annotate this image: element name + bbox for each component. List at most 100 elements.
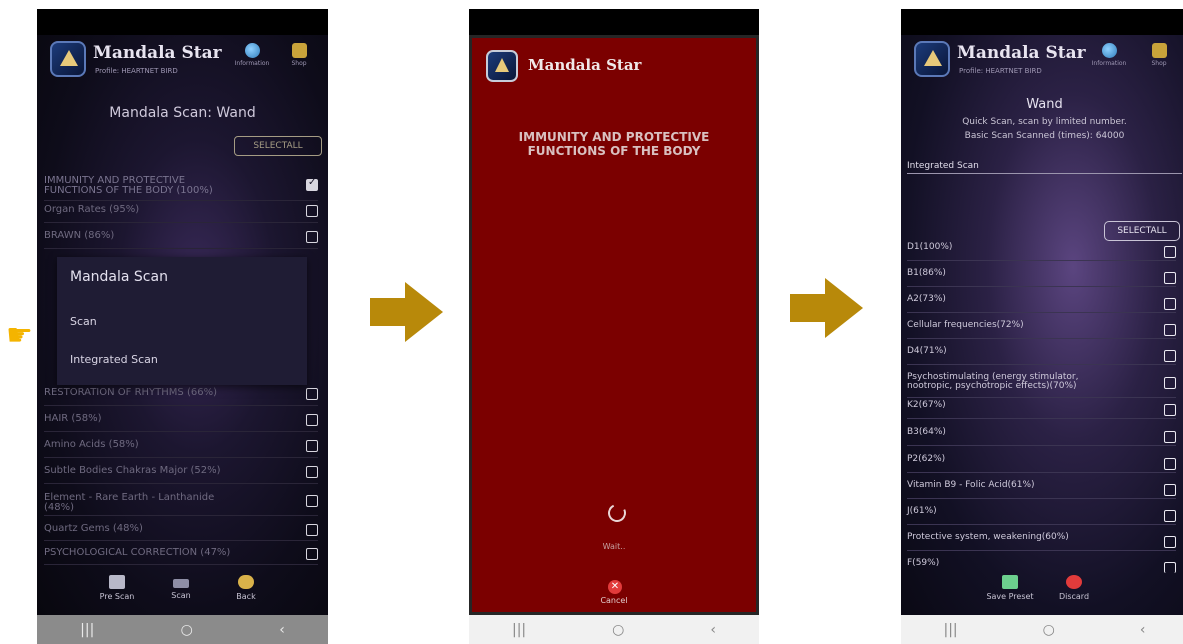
scan-list-screen: Mandala Star Profile: HEARTNET BIRD Info… — [37, 35, 328, 615]
recents-button[interactable]: ||| — [80, 622, 94, 638]
page-title: Mandala Scan: Wand — [109, 105, 256, 121]
checkbox[interactable] — [306, 231, 318, 243]
checkbox[interactable] — [306, 178, 318, 191]
home-button[interactable]: ○ — [1043, 622, 1055, 638]
shop-icon — [291, 43, 307, 58]
home-button[interactable]: ○ — [612, 622, 624, 638]
checkbox[interactable] — [1164, 272, 1176, 284]
bottom-toolbar: Pre Scan Scan Back — [37, 571, 328, 615]
cancel-icon[interactable]: ✕ — [608, 580, 622, 594]
phone-right: Mandala Star Profile: HEARTNET BIRD Info… — [901, 9, 1183, 644]
shop-button[interactable]: Shop — [1139, 43, 1179, 67]
checkbox[interactable] — [306, 388, 318, 400]
scan-count: Basic Scan Scanned (times): 64000 — [964, 131, 1125, 141]
integrated-scan-option[interactable]: Integrated Scan — [70, 353, 158, 366]
checkbox[interactable] — [1164, 377, 1176, 389]
scan-menu-dialog: Mandala Scan Scan Integrated Scan — [57, 257, 307, 385]
checkbox[interactable] — [306, 495, 318, 507]
shop-button[interactable]: Shop — [279, 43, 319, 67]
recents-button[interactable]: ||| — [944, 622, 958, 638]
app-logo — [50, 41, 86, 77]
information-button[interactable]: Information — [232, 43, 272, 67]
prescan-button[interactable]: Pre Scan — [92, 575, 142, 601]
checkbox[interactable] — [1164, 510, 1176, 522]
list-item[interactable]: Protective system, weakening(60%) — [907, 533, 1176, 551]
results-screen: Mandala Star Profile: HEARTNET BIRD Info… — [901, 35, 1183, 615]
home-button[interactable]: ○ — [181, 622, 193, 638]
list-item[interactable]: J(61%) — [907, 507, 1176, 525]
checkbox[interactable] — [1164, 350, 1176, 362]
shop-icon — [1151, 43, 1167, 58]
discard-icon — [1066, 575, 1082, 589]
checkbox[interactable] — [306, 440, 318, 452]
app-title: Mandala Star — [528, 56, 642, 74]
bottom-toolbar: Save Preset Discard — [901, 571, 1183, 615]
save-preset-button[interactable]: Save Preset — [985, 575, 1035, 601]
profile-label: Profile: HEARTNET BIRD — [959, 67, 1042, 75]
list-item[interactable]: Quartz Gems (48%) — [44, 524, 318, 541]
checkbox[interactable] — [1164, 324, 1176, 336]
selectall-button[interactable]: SELECTALL — [1104, 221, 1180, 241]
app-header: Mandala Star Profile: HEARTNET BIRD Info… — [37, 35, 328, 87]
discard-button[interactable]: Discard — [1049, 575, 1099, 601]
list-item[interactable]: IMMUNITY AND PROTECTIVE FUNCTIONS OF THE… — [44, 176, 318, 201]
list-item[interactable]: P2(62%) — [907, 455, 1176, 473]
list-item[interactable]: Amino Acids (58%) — [44, 440, 318, 458]
app-title: Mandala Star — [957, 43, 1086, 63]
list-item[interactable]: D1(100%) — [907, 243, 1176, 261]
selectall-button[interactable]: SELECTALL — [234, 136, 322, 156]
status-bar — [901, 9, 1183, 35]
save-icon — [1002, 575, 1018, 589]
list-item[interactable]: Psychostimulating (energy stimulator, no… — [907, 373, 1176, 398]
list-item[interactable]: Organ Rates (95%) — [44, 205, 318, 223]
list-item[interactable]: K2(67%) — [907, 401, 1176, 419]
checkbox[interactable] — [1164, 431, 1176, 443]
list-item[interactable]: Subtle Bodies Chakras Major (52%) — [44, 466, 318, 484]
android-nav-bar: ||| ○ ‹ — [37, 615, 328, 644]
information-button[interactable]: Information — [1089, 43, 1129, 67]
list-item[interactable]: Cellular frequencies(72%) — [907, 321, 1176, 339]
prescan-icon — [109, 575, 125, 589]
checkbox[interactable] — [1164, 404, 1176, 416]
globe-icon — [1101, 43, 1117, 58]
nav-back-button[interactable]: ‹ — [279, 622, 285, 638]
list-item[interactable]: RESTORATION OF RHYTHMS (66%) — [44, 388, 318, 406]
checkbox[interactable] — [1164, 536, 1176, 548]
dialog-title: Mandala Scan — [70, 269, 168, 285]
checkbox[interactable] — [306, 205, 318, 217]
scan-subtitle: Quick Scan, scan by limited number. — [962, 117, 1127, 127]
scan-option[interactable]: Scan — [70, 315, 97, 328]
checkbox[interactable] — [306, 548, 318, 560]
checkbox[interactable] — [1164, 246, 1176, 258]
scan-icon — [173, 579, 189, 588]
android-nav-bar: ||| ○ ‹ — [469, 615, 759, 644]
checkbox[interactable] — [306, 524, 318, 536]
recents-button[interactable]: ||| — [512, 622, 526, 638]
checkbox[interactable] — [1164, 484, 1176, 496]
back-button[interactable]: Back — [221, 575, 271, 601]
checkbox[interactable] — [306, 414, 318, 426]
phone-middle: Mandala Star IMMUNITY AND PROTECTIVE FUN… — [469, 9, 759, 644]
list-item[interactable]: B3(64%) — [907, 428, 1176, 446]
list-item[interactable]: B1(86%) — [907, 269, 1176, 287]
list-item[interactable]: HAIR (58%) — [44, 414, 318, 432]
nav-back-button[interactable]: ‹ — [1140, 622, 1146, 638]
nav-back-button[interactable]: ‹ — [710, 622, 716, 638]
scan-button[interactable]: Scan — [156, 575, 206, 600]
checkbox[interactable] — [1164, 458, 1176, 470]
cancel-button[interactable]: Cancel — [472, 596, 756, 605]
status-bar — [37, 9, 328, 35]
checkbox[interactable] — [1164, 298, 1176, 310]
list-item[interactable]: D4(71%) — [907, 347, 1176, 365]
list-item[interactable]: Element - Rare Earth - Lanthanide (48%) — [44, 493, 318, 516]
app-header: Mandala Star Profile: HEARTNET BIRD Info… — [901, 35, 1183, 87]
list-item[interactable]: A2(73%) — [907, 295, 1176, 313]
globe-icon — [244, 43, 260, 58]
android-nav-bar: ||| ○ ‹ — [901, 615, 1183, 644]
list-item[interactable]: Vitamin B9 - Folic Acid(61%) — [907, 481, 1176, 499]
checkbox[interactable] — [306, 466, 318, 478]
list-item[interactable]: BRAWN (86%) — [44, 231, 318, 249]
list-item[interactable]: PSYCHOLOGICAL CORRECTION (47%) — [44, 548, 318, 565]
loading-spinner-icon — [605, 501, 629, 525]
pointing-hand-icon: ☛ — [6, 318, 33, 353]
